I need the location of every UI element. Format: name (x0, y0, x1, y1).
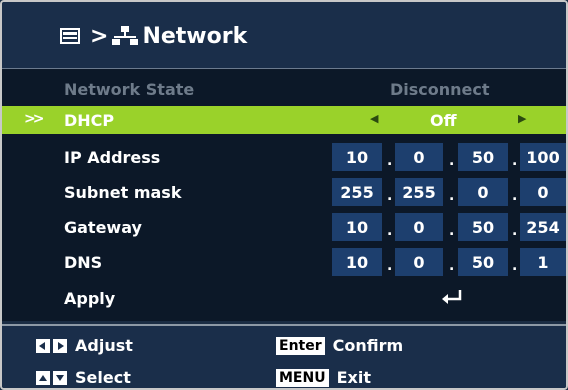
exit-label: Exit (336, 368, 371, 387)
selection-chevron-icon: >> (24, 111, 45, 127)
enter-key-icon: Enter (276, 336, 325, 355)
row-apply[interactable]: Apply (2, 281, 566, 315)
dns-octet-3[interactable]: 50 (458, 248, 508, 276)
select-label: Select (75, 368, 131, 387)
down-key-icon (53, 370, 67, 385)
row-gateway: Gateway 10 . 0 . 50 . 254 (2, 210, 566, 244)
up-key-icon (36, 370, 50, 385)
header: > Network (2, 2, 566, 69)
confirm-label: Confirm (332, 336, 404, 355)
ip-address-label: IP Address (64, 148, 161, 167)
breadcrumb: > Network (60, 24, 247, 49)
dhcp-label: DHCP (64, 111, 115, 130)
row-network-state: Network State Disconnect (2, 72, 566, 106)
left-key-icon (36, 338, 50, 353)
ip-octet-2[interactable]: 0 (395, 143, 443, 171)
gateway-label: Gateway (64, 218, 142, 237)
dns-octet-2[interactable]: 0 (395, 248, 443, 276)
adjust-label: Adjust (75, 336, 133, 355)
network-state-label: Network State (64, 80, 195, 99)
subnet-octet-2[interactable]: 255 (395, 178, 443, 206)
dhcp-value: Off (430, 111, 457, 130)
hint-adjust: Adjust (36, 336, 133, 355)
row-dns: DNS 10 . 0 . 50 . 1 (2, 245, 566, 279)
settings-list: Network State Disconnect >> DHCP ◀ Off ▶… (2, 69, 566, 321)
hint-select: Select (36, 368, 131, 387)
hint-confirm: Enter Confirm (276, 336, 403, 355)
gateway-octet-4[interactable]: 254 (520, 213, 566, 241)
row-dhcp[interactable]: >> DHCP ◀ Off ▶ (2, 106, 566, 134)
gateway-octet-3[interactable]: 50 (458, 213, 508, 241)
network-state-value: Disconnect (390, 80, 490, 99)
network-icon (112, 25, 139, 48)
ip-octet-4[interactable]: 100 (520, 143, 566, 171)
subnet-mask-label: Subnet mask (64, 183, 182, 202)
subnet-octet-4[interactable]: 0 (520, 178, 566, 206)
row-subnet-mask: Subnet mask 255 . 255 . 0 . 0 (2, 175, 566, 209)
arrow-right-icon[interactable]: ▶ (518, 112, 526, 125)
osd-window: > Network Network State Disconnect >> DH… (0, 0, 568, 390)
menu-key-icon: MENU (276, 368, 329, 387)
right-key-icon (53, 338, 67, 353)
ip-octet-1[interactable]: 10 (332, 143, 382, 171)
subnet-octet-3[interactable]: 0 (458, 178, 508, 206)
enter-return-icon[interactable] (440, 289, 464, 305)
apply-label: Apply (64, 289, 116, 308)
dns-label: DNS (64, 253, 103, 272)
breadcrumb-separator: > (90, 24, 109, 49)
ip-octet-3[interactable]: 50 (458, 143, 508, 171)
gateway-octet-1[interactable]: 10 (332, 213, 382, 241)
menu-icon (60, 27, 84, 46)
row-ip-address: IP Address 10 . 0 . 50 . 100 (2, 140, 566, 174)
hint-exit: MENU Exit (276, 368, 371, 387)
gateway-octet-2[interactable]: 0 (395, 213, 443, 241)
dns-octet-1[interactable]: 10 (332, 248, 382, 276)
dns-octet-4[interactable]: 1 (520, 248, 566, 276)
arrow-left-icon[interactable]: ◀ (370, 112, 378, 125)
key-hints: Adjust Select Enter Confirm MENU Exit (2, 324, 566, 388)
subnet-octet-1[interactable]: 255 (332, 178, 382, 206)
page-title: Network (142, 24, 248, 49)
